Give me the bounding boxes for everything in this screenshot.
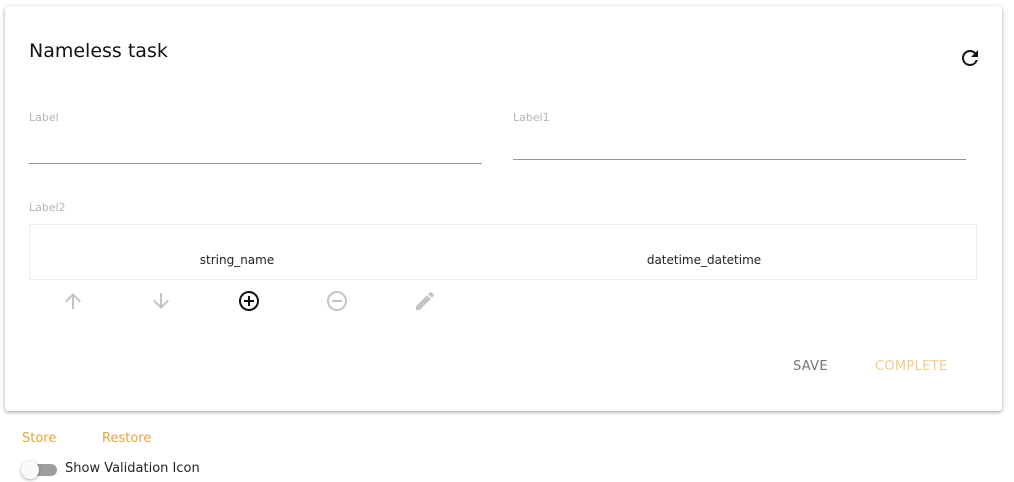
restore-link[interactable]: Restore	[102, 431, 151, 447]
task-title: Nameless task	[29, 40, 168, 62]
add-row-icon[interactable]	[237, 289, 261, 313]
move-down-icon[interactable]	[149, 289, 173, 313]
refresh-icon[interactable]	[958, 46, 982, 70]
move-up-icon[interactable]	[61, 289, 85, 313]
validation-icon-toggle[interactable]	[21, 461, 59, 479]
label-field-label: Label	[29, 111, 59, 124]
complete-button[interactable]: COMPLETE	[875, 359, 947, 375]
label-input[interactable]	[29, 137, 482, 164]
toggle-label: Show Validation Icon	[65, 461, 200, 476]
edit-row-icon[interactable]	[413, 289, 437, 313]
toggle-thumb	[21, 461, 39, 479]
data-table: string_name datetime_datetime	[29, 224, 977, 280]
column-header-string-name[interactable]: string_name	[200, 253, 274, 267]
remove-row-icon[interactable]	[325, 289, 349, 313]
column-header-datetime-datetime[interactable]: datetime_datetime	[647, 253, 761, 267]
label2-field-label: Label2	[29, 201, 66, 214]
task-card: Nameless task Label Label1 Label2 string…	[5, 6, 1002, 411]
save-button[interactable]: SAVE	[793, 359, 828, 375]
label1-input[interactable]	[513, 133, 966, 160]
label1-field-label: Label1	[513, 111, 550, 124]
store-link[interactable]: Store	[22, 431, 56, 447]
